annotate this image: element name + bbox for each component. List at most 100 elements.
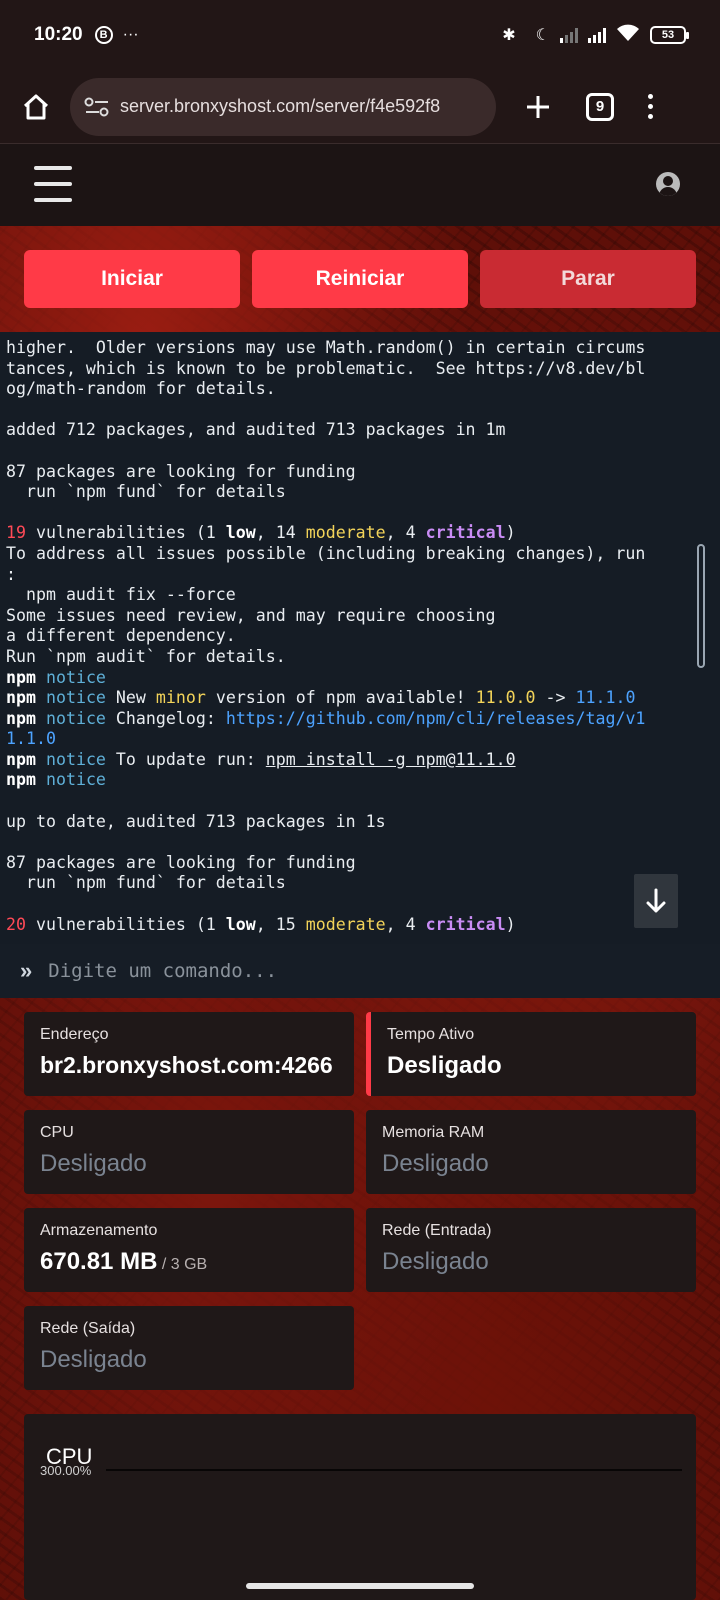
console-line: npm notice bbox=[6, 770, 106, 789]
console-scrollbar[interactable] bbox=[697, 544, 705, 668]
y-tick-label: 300.00% bbox=[40, 1463, 92, 1478]
console-line: 19 vulnerabilities (1 low, 14 moderate, … bbox=[6, 523, 516, 542]
power-controls: Iniciar Reiniciar Parar bbox=[24, 250, 696, 308]
stat-value: Desligado bbox=[40, 1150, 147, 1177]
restart-button[interactable]: Reiniciar bbox=[252, 250, 468, 308]
stop-button[interactable]: Parar bbox=[480, 250, 696, 308]
console-segment: : bbox=[6, 564, 16, 584]
storage-used: 670.81 MB bbox=[40, 1248, 158, 1275]
console-line: 87 packages are looking for funding bbox=[6, 853, 356, 872]
command-bar: » bbox=[0, 944, 720, 998]
console-segment: critical bbox=[425, 914, 506, 934]
prompt-chevron-icon: » bbox=[20, 958, 33, 983]
console-segment: moderate bbox=[305, 523, 386, 543]
console-line: Run `npm audit` for details. bbox=[6, 647, 286, 666]
console-segment bbox=[36, 668, 46, 687]
new-tab-button[interactable] bbox=[518, 87, 558, 127]
console-segment: a different dependency. bbox=[6, 626, 236, 646]
status-bar: 10:20 B ··· ✱ ☾ 53 bbox=[0, 0, 720, 70]
console-segment: , 4 bbox=[385, 914, 426, 934]
tab-switcher-button[interactable]: 9 bbox=[586, 92, 614, 121]
console-segment bbox=[36, 750, 46, 769]
console-line: run `npm fund` for details bbox=[6, 482, 286, 501]
console-segment: notice bbox=[45, 667, 106, 687]
console-line: npm notice bbox=[6, 668, 106, 687]
console-segment: , 14 bbox=[255, 523, 306, 543]
console-segment: vulnerabilities (1 bbox=[25, 523, 226, 543]
stat-value: Desligado bbox=[40, 1346, 147, 1373]
console-segment: Run `npm audit` for details. bbox=[6, 646, 286, 666]
console-line: npm audit fix --force bbox=[6, 585, 236, 604]
console-line: Some issues need review, and may require… bbox=[6, 606, 496, 625]
home-icon bbox=[23, 94, 49, 119]
console-segment: run `npm fund` for details bbox=[6, 873, 286, 893]
console-segment: To address all issues possible (includin… bbox=[6, 543, 646, 563]
console-segment: higher. Older versions may use Math.rand… bbox=[6, 338, 646, 357]
console-segment: 11.0.0 bbox=[475, 688, 536, 708]
storage-total: / 3 GB bbox=[157, 1256, 208, 1273]
stat-value[interactable]: br2.bronxyshost.com:4266 bbox=[40, 1052, 338, 1079]
arrow-down-icon bbox=[646, 888, 666, 913]
wifi-icon bbox=[616, 24, 640, 47]
console-segment: Changelog: bbox=[105, 708, 226, 728]
stat-card-uptime: Tempo Ativo Desligado bbox=[366, 1012, 696, 1096]
console-segment: npm install -g npm@11.1.0 bbox=[265, 749, 516, 769]
browser-toolbar: server.bronxyshost.com/server/f4e592f8 9 bbox=[0, 70, 720, 144]
cpu-chart-panel: CPU 300.00% bbox=[24, 1414, 696, 1600]
console-segment: moderate bbox=[305, 914, 386, 934]
console-output[interactable]: higher. Older versions may use Math.rand… bbox=[0, 332, 720, 944]
start-button[interactable]: Iniciar bbox=[24, 250, 240, 308]
console-text: higher. Older versions may use Math.rand… bbox=[0, 332, 720, 935]
url-text: server.bronxyshost.com/server/f4e592f8 bbox=[120, 96, 441, 116]
console-segment: low bbox=[225, 914, 256, 934]
console-segment: Some issues need review, and may require… bbox=[6, 605, 496, 625]
stat-label: CPU bbox=[40, 1124, 74, 1141]
scroll-to-bottom-button[interactable] bbox=[634, 874, 678, 928]
console-segment: notice bbox=[45, 708, 106, 728]
clock: 10:20 bbox=[34, 24, 83, 45]
home-button[interactable] bbox=[6, 77, 66, 137]
cpu-chart: 300.00% bbox=[40, 1463, 682, 1478]
console-segment: New bbox=[105, 688, 156, 708]
browser-menu-button[interactable] bbox=[648, 94, 653, 119]
site-settings-icon[interactable] bbox=[84, 96, 110, 118]
stat-value: 670.81 MB / 3 GB bbox=[40, 1248, 338, 1276]
console-segment: 87 packages are looking for funding bbox=[6, 461, 356, 481]
console-segment: run `npm fund` for details bbox=[6, 482, 286, 502]
console-segment: critical bbox=[425, 523, 506, 543]
command-input[interactable] bbox=[48, 960, 649, 982]
console-segment: To update run: bbox=[105, 749, 266, 769]
console-segment: ) bbox=[505, 914, 516, 934]
console-line: tances, which is known to be problematic… bbox=[6, 359, 645, 378]
console-segment: 11.1.0 bbox=[575, 688, 636, 708]
console-segment: tances, which is known to be problematic… bbox=[6, 358, 646, 378]
menu-hamburger-icon[interactable] bbox=[34, 166, 72, 202]
stat-card-storage: Armazenamento 670.81 MB / 3 GB bbox=[24, 1208, 354, 1292]
stat-label: Memoria RAM bbox=[382, 1124, 485, 1141]
stat-label: Rede (Entrada) bbox=[382, 1222, 492, 1239]
stat-value: Desligado bbox=[382, 1150, 489, 1177]
console-segment: npm bbox=[6, 749, 36, 769]
stat-label: Tempo Ativo bbox=[387, 1026, 475, 1043]
bluetooth-icon: ✱ bbox=[502, 27, 516, 44]
console-line: 87 packages are looking for funding bbox=[6, 462, 356, 481]
stat-label: Armazenamento bbox=[40, 1222, 158, 1239]
console-segment: notice bbox=[45, 749, 106, 769]
console-segment: version of npm available! bbox=[205, 688, 476, 708]
address-bar[interactable]: server.bronxyshost.com/server/f4e592f8 bbox=[70, 77, 496, 136]
console-segment: notice bbox=[45, 770, 106, 790]
console-line: npm notice New minor version of npm avai… bbox=[6, 688, 635, 707]
console-segment bbox=[36, 688, 46, 707]
console-line: added 712 packages, and audited 713 pack… bbox=[6, 420, 506, 439]
console-line: To address all issues possible (includin… bbox=[6, 544, 645, 563]
account-circle-icon[interactable] bbox=[656, 172, 680, 196]
console-line: : bbox=[6, 565, 16, 584]
console-line: npm notice Changelog: https://github.com… bbox=[6, 709, 645, 728]
console-segment: minor bbox=[155, 688, 206, 708]
console-line: npm notice To update run: npm install -g… bbox=[6, 750, 516, 769]
console-segment: og/math-random for details. bbox=[6, 379, 276, 399]
console-segment: up to date, audited 713 packages in 1s bbox=[6, 811, 386, 831]
gesture-home-bar[interactable] bbox=[246, 1583, 474, 1589]
console-segment: notice bbox=[45, 688, 106, 708]
console-segment: , 15 bbox=[255, 914, 306, 934]
